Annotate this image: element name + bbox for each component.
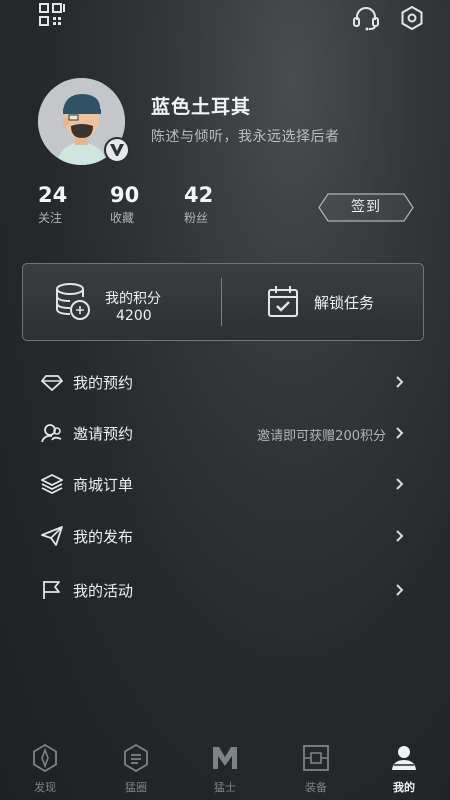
menu-item-label: 我的活动 [73, 582, 134, 600]
card-divider [221, 278, 222, 326]
stat-label: 粉丝 [184, 211, 209, 225]
m-logo-icon [213, 747, 237, 769]
user-bio: 陈述与倾听，我永远选择后者 [151, 129, 340, 145]
chevron-right-icon [396, 376, 404, 388]
menu-item-shop-orders[interactable]: 商城订单 [0, 464, 450, 504]
stat-label: 关注 [38, 211, 63, 225]
menu-item-label: 商城订单 [73, 476, 134, 494]
invite-bonus-hint: 邀请即可获赠200积分 [257, 429, 386, 444]
stat-following[interactable]: 24 关注 [38, 183, 98, 226]
points-task-card: 我的积分 4200 解锁任务 [22, 263, 424, 341]
tab-label: 猛圈 [125, 781, 147, 794]
flag-icon [43, 581, 60, 599]
username: 蓝色土耳其 [151, 96, 252, 118]
menu-item-my-posts[interactable]: 我的发布 [0, 516, 450, 556]
chevron-right-icon [396, 427, 404, 439]
settings-icon[interactable] [400, 6, 424, 30]
checkin-label: 签到 [351, 199, 381, 215]
circle-hex-icon [124, 744, 148, 772]
chevron-right-icon [396, 530, 404, 542]
customer-service-icon[interactable] [352, 5, 380, 31]
chevron-right-icon [396, 478, 404, 490]
unlock-task-label[interactable]: 解锁任务 [314, 292, 374, 313]
chevron-right-icon [396, 584, 404, 596]
tab-label: 发现 [34, 781, 56, 794]
menu-item-invite-reservation[interactable]: 邀请预约 邀请即可获赠200积分 [0, 413, 450, 453]
stat-value: 90 [110, 183, 140, 207]
tab-equipment[interactable]: 装备 [286, 738, 346, 800]
verified-v-icon [110, 144, 124, 156]
qr-scan-icon[interactable] [39, 3, 65, 27]
diamond-icon [41, 375, 63, 392]
stat-value: 42 [184, 183, 214, 207]
person-icon [392, 746, 416, 770]
top-bar [0, 0, 450, 36]
bottom-tab-bar: 发现 猛圈 猛士 装备 我的 [0, 738, 450, 800]
verified-badge [104, 137, 130, 163]
menu-item-label: 我的发布 [73, 528, 134, 546]
stat-value: 24 [38, 183, 68, 207]
coins-icon [56, 283, 90, 320]
points-label: 我的积分 [105, 291, 161, 307]
tab-mine[interactable]: 我的 [374, 738, 434, 800]
stat-favorites[interactable]: 90 收藏 [110, 183, 170, 226]
tab-label: 我的 [393, 781, 415, 794]
tab-label: 猛士 [214, 781, 236, 794]
paper-plane-icon [41, 526, 63, 546]
tab-warriors[interactable]: 猛士 [195, 738, 255, 800]
points-value: 4200 [116, 308, 152, 324]
menu-item-my-reservations[interactable]: 我的预约 [0, 362, 450, 402]
checkin-button[interactable]: 签到 [318, 193, 414, 222]
tab-circle[interactable]: 猛圈 [106, 738, 166, 800]
menu-item-label: 邀请预约 [73, 425, 134, 443]
invite-icon [41, 424, 62, 443]
stat-followers[interactable]: 42 粉丝 [184, 183, 244, 226]
layers-icon [41, 474, 63, 494]
compass-icon [33, 744, 57, 772]
tab-discover[interactable]: 发现 [15, 738, 75, 800]
menu-item-my-activities[interactable]: 我的活动 [0, 570, 450, 610]
menu-item-label: 我的预约 [73, 374, 134, 392]
calendar-check-icon[interactable] [267, 284, 299, 318]
profile-screen: 蓝色土耳其 陈述与倾听，我永远选择后者 24 关注 90 收藏 42 粉丝 签到… [0, 0, 450, 800]
stat-label: 收藏 [110, 211, 135, 225]
gear-box-icon [303, 745, 329, 771]
tab-label: 装备 [305, 781, 327, 794]
